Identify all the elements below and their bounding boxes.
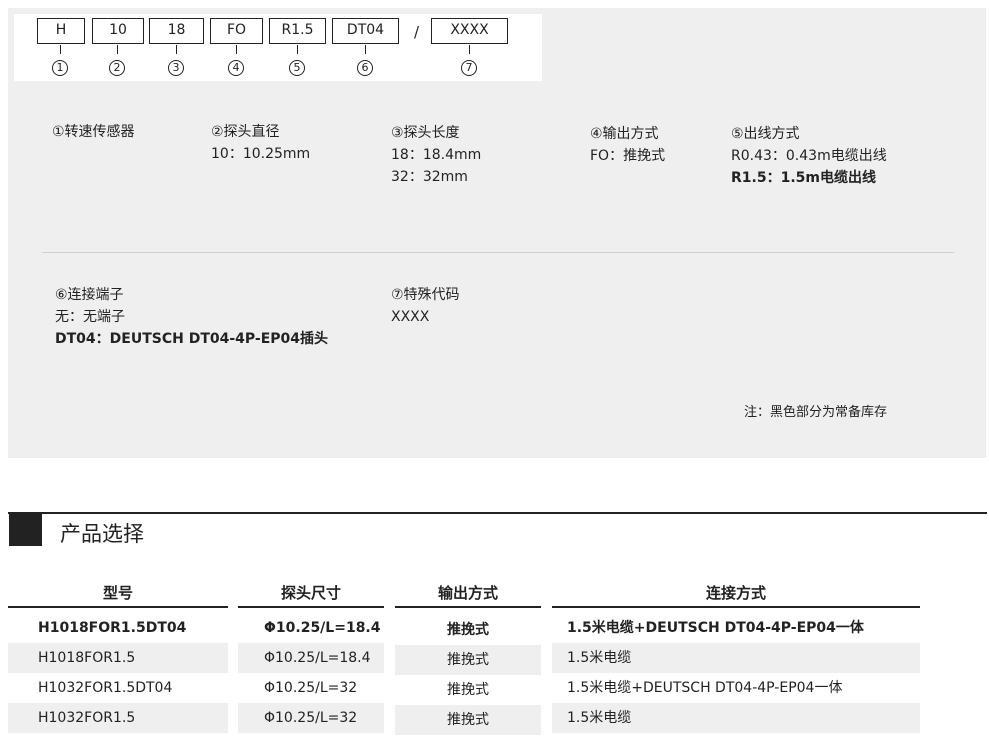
table-cell-connection: 1.5米电缆 — [552, 703, 920, 733]
section-divider — [42, 252, 954, 253]
definition-output: ④输出方式 FO：推挽式 — [590, 123, 665, 167]
table-cell-output: 推挽式 — [447, 682, 489, 698]
code-number: 4 — [228, 60, 244, 76]
table-cell-size: Φ10.25/L=32 — [264, 680, 358, 696]
definition-option: 10：10.25mm — [211, 146, 311, 162]
code-segment-connector: DT04 — [332, 18, 399, 44]
section-rule — [8, 512, 987, 514]
code-segment-diameter: 10 — [92, 18, 144, 44]
definition-title: ⑥连接端子 — [55, 287, 124, 303]
code-tick — [297, 45, 298, 54]
table-cell-output: 推挽式 — [395, 645, 541, 675]
code-tick — [236, 45, 237, 54]
definition-option: 32：32mm — [391, 169, 468, 185]
definition-sensor: ①转速传感器 — [52, 121, 135, 143]
table-cell-model: H1032FOR1.5DT04 — [38, 680, 173, 696]
section-marker — [9, 514, 42, 546]
table-cell-connection: 1.5米电缆+DEUTSCH DT04-4P-EP04一体 — [567, 680, 843, 696]
definition-title: ⑤出线方式 — [731, 126, 800, 142]
code-separator: / — [414, 23, 420, 41]
definition-special-code: ⑦特殊代码 XXXX — [391, 284, 460, 328]
code-segment-output: FO — [210, 18, 263, 44]
definition-option-stocked: DT04：DEUTSCH DT04-4P-EP04插头 — [55, 331, 329, 347]
table-cell-output: 推挽式 — [395, 705, 541, 735]
code-number: 5 — [289, 60, 305, 76]
definition-title: ③探头长度 — [391, 125, 460, 141]
code-number: 7 — [461, 60, 477, 76]
code-number: 2 — [109, 60, 125, 76]
stock-note: 注：黑色部分为常备库存 — [744, 405, 888, 420]
definition-option: FO：推挽式 — [590, 148, 666, 164]
code-tick — [469, 45, 470, 54]
table-cell-size: Φ10.25/L=32 — [238, 703, 384, 733]
definition-diameter: ②探头直径 10：10.25mm — [211, 121, 310, 165]
table-cell-model: H1018FOR1.5 — [8, 643, 228, 673]
definition-option: 18：18.4mm — [391, 147, 482, 163]
code-tick — [60, 45, 61, 54]
model-code-box: H 1 10 2 18 3 FO 4 R1.5 5 DT04 6 / XXXX … — [14, 14, 542, 81]
code-tick — [117, 45, 118, 54]
code-tick — [176, 45, 177, 54]
code-number: 6 — [357, 60, 373, 76]
table-cell-output: 推挽式 — [447, 622, 489, 638]
column-header-connection: 连接方式 — [552, 582, 920, 608]
definition-option-stocked: R1.5：1.5m电缆出线 — [731, 170, 876, 186]
definition-option: R0.43：0.43m电缆出线 — [731, 148, 887, 164]
table-cell-model: H1032FOR1.5 — [8, 703, 228, 733]
code-segment-special: XXXX — [431, 18, 508, 44]
column-header-output: 输出方式 — [395, 582, 541, 608]
code-segment-length: 18 — [149, 18, 204, 44]
code-segment-series: H — [37, 18, 85, 44]
code-tick — [365, 45, 366, 54]
definition-title: ②探头直径 — [211, 124, 280, 140]
definition-connector: ⑥连接端子 无：无端子 DT04：DEUTSCH DT04-4P-EP04插头 — [55, 284, 328, 350]
column-header-model: 型号 — [8, 582, 228, 608]
definition-title: ⑦特殊代码 — [391, 287, 460, 303]
code-number: 1 — [52, 60, 68, 76]
code-segment-cable: R1.5 — [269, 18, 326, 44]
definition-option: 无：无端子 — [55, 309, 125, 325]
table-cell-size: Φ10.25/L=18.4 — [238, 643, 384, 673]
table-cell-connection: 1.5米电缆 — [552, 643, 920, 673]
definition-title: ④输出方式 — [590, 126, 659, 142]
definition-length: ③探头长度 18：18.4mm 32：32mm — [391, 122, 481, 188]
section-title: 产品选择 — [60, 522, 144, 546]
definition-option: XXXX — [391, 309, 430, 325]
definition-cable: ⑤出线方式 R0.43：0.43m电缆出线 R1.5：1.5m电缆出线 — [731, 123, 887, 189]
table-cell-size: Φ10.25/L=18.4 — [264, 620, 381, 636]
table-cell-model: H1018FOR1.5DT04 — [38, 620, 187, 636]
column-header-size: 探头尺寸 — [238, 582, 384, 608]
table-cell-connection: 1.5米电缆+DEUTSCH DT04-4P-EP04一体 — [567, 620, 864, 636]
code-number: 3 — [168, 60, 184, 76]
definition-title: ①转速传感器 — [52, 124, 135, 140]
